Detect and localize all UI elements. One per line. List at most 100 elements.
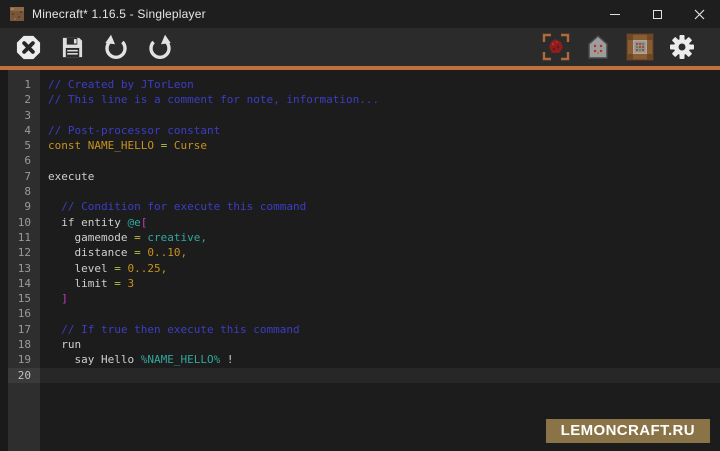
code-token: Curse [167,139,207,152]
code-token: level [48,262,114,275]
line-number: 16 [0,306,40,321]
save-floppy-icon [61,36,84,59]
code-text[interactable]: // If true then execute this command [40,322,720,337]
code-token: 0..25, [121,262,167,275]
line-number: 12 [0,245,40,260]
line-number: 5 [0,138,40,153]
code-token: 0..10, [141,246,187,259]
code-text[interactable]: gamemode = creative, [40,230,720,245]
code-line-6: 6 [0,153,720,168]
code-token: execute [48,170,94,183]
code-text[interactable] [40,368,720,383]
line-number: 8 [0,184,40,199]
redstone-dust-select-icon [542,33,570,61]
code-line-19: 19 say Hello %NAME_HELLO% ! [0,352,720,367]
code-text[interactable]: run [40,337,720,352]
code-token: const NAME_HELLO [48,139,161,152]
code-text[interactable]: // Post-processor constant [40,123,720,138]
code-token: = [114,277,121,290]
code-token: %NAME_HELLO% [141,353,220,366]
code-text[interactable]: limit = 3 [40,276,720,291]
code-token: // Condition for execute this command [48,200,306,213]
settings-button[interactable] [668,33,696,61]
line-number: 3 [0,108,40,123]
line-number: 19 [0,352,40,367]
code-text[interactable]: distance = 0..10, [40,245,720,260]
code-line-2: 2 // This line is a comment for note, inf… [0,92,720,107]
cancel-octagon-icon [15,34,42,61]
code-line-8: 8 [0,184,720,199]
code-text[interactable]: // Created by JTorLeon [40,77,720,92]
code-token: ! [220,353,233,366]
code-line-12: 12 distance = 0..10, [0,245,720,260]
code-token: limit [48,277,114,290]
app-window: Minecraft* 1.16.5 - Singleplayer [0,0,720,451]
line-number: 11 [0,230,40,245]
line-number: 2 [0,92,40,107]
code-line-5: 5const NAME_HELLO = Curse [0,138,720,153]
redo-icon [147,34,173,60]
code-token: ] [48,292,68,305]
close-icon [694,9,705,20]
command-block-icon [626,33,654,61]
code-text[interactable] [40,153,720,168]
save-button[interactable] [58,33,86,61]
code-text[interactable]: execute [40,169,720,184]
undo-icon [103,34,129,60]
code-text[interactable]: // This line is a comment for note, info… [40,92,720,107]
code-text[interactable] [40,108,720,123]
code-token: distance [48,246,134,259]
toolbar-right-group [542,33,696,61]
window-controls [594,0,720,28]
code-text[interactable]: say Hello %NAME_HELLO% ! [40,352,720,367]
code-line-18: 18 run [0,337,720,352]
editor-top-spacer [0,70,720,77]
maximize-button[interactable] [636,0,678,28]
code-token: // Created by JTorLeon [48,78,194,91]
code-line-15: 15 ] [0,291,720,306]
minimize-button[interactable] [594,0,636,28]
code-text[interactable]: if entity @e[ [40,215,720,230]
code-text[interactable] [40,184,720,199]
code-text[interactable] [40,306,720,321]
line-number: 7 [0,169,40,184]
cancel-button[interactable] [14,33,42,61]
code-token: = [134,246,141,259]
minimize-icon [610,14,620,15]
code-token: = [114,262,121,275]
line-number: 6 [0,153,40,168]
code-line-7: 7 execute [0,169,720,184]
code-line-9: 9 // Condition for execute this command [0,199,720,214]
minecraft-grass-block-icon [10,7,24,21]
code-token: gamemode [48,231,134,244]
toolbar-left-group [14,33,174,61]
code-token: [ [141,216,148,229]
watermark: LEMONCRAFT.RU [546,419,710,443]
shield-block-button[interactable] [584,33,612,61]
redstone-select-button[interactable] [542,33,570,61]
maximize-icon [653,10,662,19]
titlebar: Minecraft* 1.16.5 - Singleplayer [0,0,720,28]
command-block-button[interactable] [626,33,654,61]
line-number: 1 [0,77,40,92]
code-line-1: 1 // Created by JTorLeon [0,77,720,92]
redo-button[interactable] [146,33,174,61]
undo-button[interactable] [102,33,130,61]
code-token: // If true then execute this command [48,323,300,336]
line-number: 14 [0,276,40,291]
toolbar [0,28,720,66]
line-number: 18 [0,337,40,352]
code-text[interactable]: // Condition for execute this command [40,199,720,214]
line-number: 20 [0,368,40,383]
code-token: // This line is a comment for note, info… [48,93,379,106]
code-text[interactable]: ] [40,291,720,306]
code-line-13: 13 level = 0..25, [0,261,720,276]
code-token: creative, [141,231,207,244]
code-token: say Hello [48,353,141,366]
window-title: Minecraft* 1.16.5 - Singleplayer [32,7,206,21]
close-button[interactable] [678,0,720,28]
code-text[interactable]: level = 0..25, [40,261,720,276]
code-text[interactable]: const NAME_HELLO = Curse [40,138,720,153]
code-line-20: 20 [0,368,720,383]
line-number: 13 [0,261,40,276]
